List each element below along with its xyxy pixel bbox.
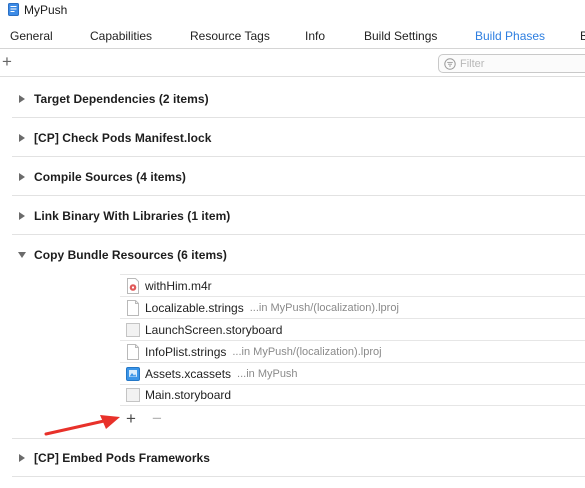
filter-input[interactable] [460,57,580,70]
phase-embed-pods-frameworks: [CP] Embed Pods Frameworks [12,439,585,477]
resource-name: Localizable.strings [145,300,244,315]
project-name[interactable]: MyPush [24,3,67,17]
title-bar: MyPush [0,0,585,19]
tab-build-settings[interactable]: Build Settings [364,29,437,43]
list-item[interactable]: Assets.xcassets ...in MyPush [120,362,585,384]
resource-name: withHim.m4r [145,278,212,293]
tab-build-phases[interactable]: Build Phases [475,29,545,43]
strings-file-icon [127,299,139,316]
strings-file-icon [127,343,139,360]
resource-name: LaunchScreen.storyboard [145,322,283,337]
disclosure-triangle-right-icon[interactable] [18,134,26,142]
list-item[interactable]: LaunchScreen.storyboard [120,318,585,340]
phase-header[interactable]: Compile Sources (4 items) [12,158,585,196]
tab-build-rules[interactable]: B [580,29,585,43]
phase-title: Target Dependencies (2 items) [34,92,209,106]
phase-header[interactable]: Copy Bundle Resources (6 items) [12,236,585,274]
phase-link-binary: Link Binary With Libraries (1 item) [12,197,585,235]
phase-header[interactable]: [CP] Check Pods Manifest.lock [12,119,585,157]
filter-field[interactable] [438,54,585,73]
disclosure-triangle-right-icon[interactable] [18,454,26,462]
annotation-arrow-icon [44,415,120,436]
disclosure-triangle-right-icon[interactable] [18,212,26,220]
phase-title: Compile Sources (4 items) [34,170,186,184]
storyboard-file-icon [126,322,140,337]
phase-header[interactable]: Target Dependencies (2 items) [12,80,585,118]
disclosure-triangle-right-icon[interactable] [18,173,26,181]
phase-header[interactable]: Link Binary With Libraries (1 item) [12,197,585,235]
phase-title: [CP] Embed Pods Frameworks [34,451,211,465]
phase-title: Copy Bundle Resources (6 items) [34,248,227,262]
list-item[interactable]: Localizable.strings ...in MyPush/(locali… [120,296,585,318]
list-item[interactable]: InfoPlist.strings ...in MyPush/(localiza… [120,340,585,362]
resource-path: ...in MyPush/(localization).lproj [249,301,399,314]
resource-name: InfoPlist.strings [145,344,227,359]
list-item[interactable]: withHim.m4r [120,274,585,296]
tab-capabilities[interactable]: Capabilities [90,29,152,43]
resource-name: Assets.xcassets [145,366,232,381]
phase-compile-sources: Compile Sources (4 items) [12,158,585,196]
phase-title: Link Binary With Libraries (1 item) [34,209,231,223]
tab-general[interactable]: General [10,29,53,43]
disclosure-triangle-down-icon[interactable] [18,251,26,259]
audio-file-icon [127,277,139,294]
add-resource-button[interactable]: + [126,409,136,429]
list-item[interactable]: Main.storyboard [120,384,585,406]
resources-list: withHim.m4r Localizable.strings ...in My… [120,274,585,406]
editor-tab-bar: General Capabilities Resource Tags Info … [0,25,585,49]
phases-toolbar: + [0,50,585,77]
filter-icon [444,57,456,70]
phase-target-dependencies: Target Dependencies (2 items) [12,80,585,118]
remove-resource-button[interactable]: − [152,409,162,429]
add-build-phase-button[interactable]: + [2,52,12,72]
asset-catalog-icon [126,366,140,381]
storyboard-file-icon [126,388,140,402]
phase-check-pods-manifest: [CP] Check Pods Manifest.lock [12,119,585,157]
resource-path: ...in MyPush/(localization).lproj [232,345,382,358]
disclosure-triangle-right-icon[interactable] [18,95,26,103]
resource-controls: + − [120,409,200,429]
tab-info[interactable]: Info [305,29,325,43]
xcode-project-icon [8,3,19,16]
resource-name: Main.storyboard [145,388,232,402]
phase-title: [CP] Check Pods Manifest.lock [34,131,212,145]
phase-header[interactable]: [CP] Embed Pods Frameworks [12,439,585,477]
resource-path: ...in MyPush [237,367,298,380]
tab-resource-tags[interactable]: Resource Tags [190,29,270,43]
